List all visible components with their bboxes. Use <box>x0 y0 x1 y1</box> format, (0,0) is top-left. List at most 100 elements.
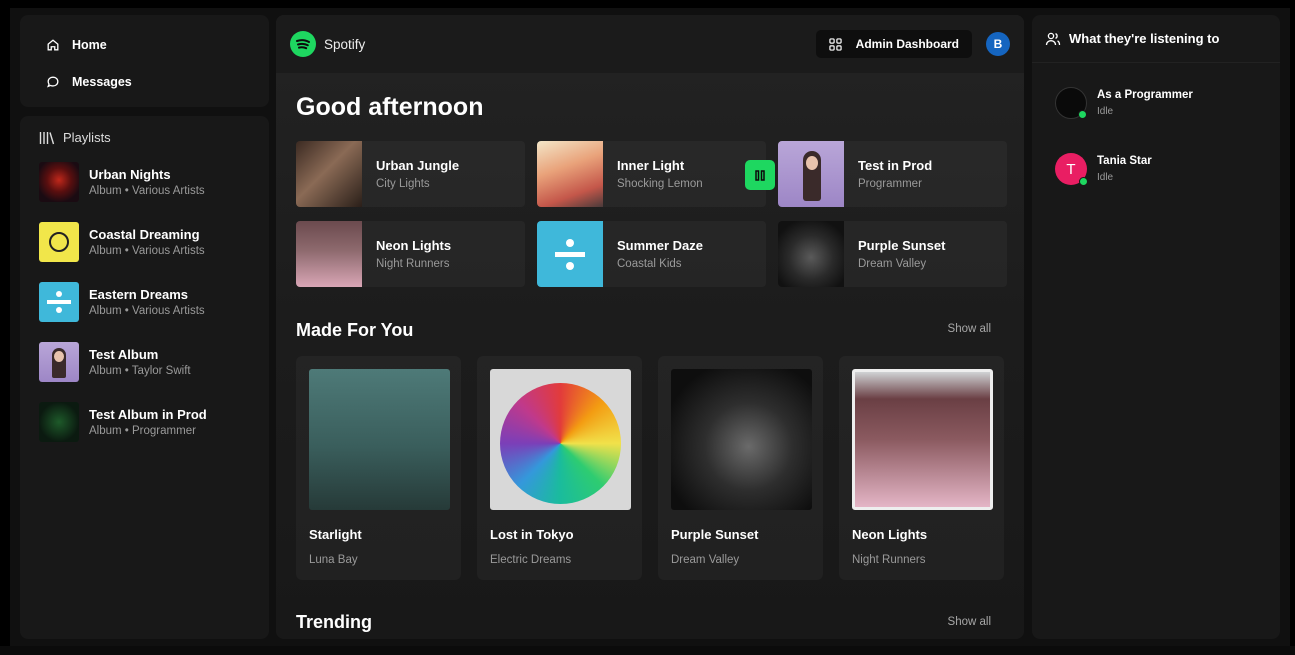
album-card-art <box>671 369 812 510</box>
friend-avatar: T <box>1055 153 1088 186</box>
quick-pick-title: Inner Light <box>617 158 685 173</box>
quick-pick-cover <box>296 141 362 207</box>
nav-messages[interactable]: Messages <box>46 72 243 92</box>
friend-name: As a Programmer <box>1097 89 1193 101</box>
quick-pick-cover <box>778 221 844 287</box>
pause-icon <box>755 169 765 181</box>
album-card-art <box>309 369 450 510</box>
playlist-title: Eastern Dreams <box>89 287 188 302</box>
quick-pick-subtitle: Coastal Kids <box>617 258 682 270</box>
quick-pick-item[interactable]: Urban Jungle City Lights <box>296 141 525 207</box>
quick-pick-subtitle: Shocking Lemon <box>617 178 703 190</box>
playlist-item[interactable]: Urban Nights Album • Various Artists <box>39 161 250 203</box>
album-card[interactable]: Neon Lights Night Runners <box>839 356 1004 580</box>
pause-button[interactable] <box>745 160 775 190</box>
album-card-subtitle: Night Runners <box>852 554 926 566</box>
online-indicator <box>1079 177 1088 186</box>
playlist-cover <box>39 342 79 382</box>
quick-pick-title: Summer Daze <box>617 238 703 253</box>
album-card[interactable]: Starlight Luna Bay <box>296 356 461 580</box>
nav-home-label: Home <box>72 38 107 52</box>
nav-panel: Home Messages <box>20 15 269 107</box>
quick-pick-subtitle: Programmer <box>858 178 922 190</box>
home-icon <box>47 39 59 51</box>
playlist-item[interactable]: Test Album Album • Taylor Swift <box>39 341 250 383</box>
album-card-art <box>490 369 631 510</box>
playlist-title: Urban Nights <box>89 167 171 182</box>
nav-home[interactable]: Home <box>46 35 243 55</box>
album-card-subtitle: Dream Valley <box>671 554 740 566</box>
friend-status: Idle <box>1097 172 1114 183</box>
playlists-panel: Playlists Urban Nights Album • Various Ar… <box>20 116 269 639</box>
quick-pick-title: Urban Jungle <box>376 158 460 173</box>
album-card-subtitle: Luna Bay <box>309 554 358 566</box>
album-card[interactable]: Lost in Tokyo Electric Dreams <box>477 356 642 580</box>
playlist-item[interactable]: Coastal Dreaming Album • Various Artists <box>39 221 250 263</box>
admin-dashboard-label: Admin Dashboard <box>855 37 959 51</box>
trending-show-all[interactable]: Show all <box>948 616 991 628</box>
bottom-strip <box>0 646 1295 655</box>
album-card-title: Starlight <box>309 527 362 542</box>
online-indicator <box>1078 110 1087 119</box>
made-for-you-show-all[interactable]: Show all <box>948 323 991 335</box>
friends-activity-panel: What they're listening to As a Programme… <box>1032 15 1280 639</box>
friend-initial: T <box>1066 160 1076 178</box>
quick-pick-subtitle: Dream Valley <box>858 258 927 270</box>
made-for-you-title: Made For You <box>296 320 414 340</box>
album-card-title: Purple Sunset <box>671 527 759 542</box>
quick-picks: Urban Jungle City Lights Inner Light Shock… <box>296 141 1007 287</box>
playlists-header: Playlists <box>39 130 250 145</box>
quick-pick-item[interactable]: Neon Lights Night Runners <box>296 221 525 287</box>
library-icon <box>39 131 55 144</box>
playlist-subtitle: Album • Various Artists <box>89 245 205 257</box>
playlist-subtitle: Album • Various Artists <box>89 185 205 197</box>
album-card[interactable]: Purple Sunset Dream Valley <box>658 356 823 580</box>
quick-pick-item[interactable]: Purple Sunset Dream Valley <box>778 221 1007 287</box>
playlist-cover <box>39 402 79 442</box>
quick-pick-cover <box>778 141 844 207</box>
playlist-title: Test Album in Prod <box>89 407 207 422</box>
quick-pick-title: Purple Sunset <box>858 238 946 253</box>
quick-pick-cover <box>537 141 603 207</box>
users-icon <box>1045 32 1061 45</box>
spotify-logo-icon[interactable] <box>290 31 316 57</box>
album-card-title: Neon Lights <box>852 527 928 542</box>
quick-pick-title: Test in Prod <box>858 158 933 173</box>
playlists-title: Playlists <box>63 130 111 145</box>
friend-name: Tania Star <box>1097 155 1152 167</box>
made-for-you-cards: Starlight Luna Bay Lost in Tokyo Electri… <box>296 356 1004 580</box>
trending-title: Trending <box>296 612 372 632</box>
quick-pick-item[interactable]: Test in Prod Programmer <box>778 141 1007 207</box>
playlist-subtitle: Album • Various Artists <box>89 305 205 317</box>
friends-header: What they're listening to <box>1032 15 1280 63</box>
message-icon <box>47 76 59 88</box>
admin-dashboard-button[interactable]: Admin Dashboard <box>815 30 972 58</box>
playlist-subtitle: Album • Programmer <box>89 425 196 437</box>
main-content: Spotify Admin Dashboard B Good afternoon… <box>276 15 1024 639</box>
quick-pick-subtitle: Night Runners <box>376 258 450 270</box>
playlist-cover <box>39 222 79 262</box>
playlist-subtitle: Album • Taylor Swift <box>89 365 191 377</box>
quick-pick-cover <box>537 221 603 287</box>
playlist-cover <box>39 282 79 322</box>
album-card-title: Lost in Tokyo <box>490 527 574 542</box>
playlist-item[interactable]: Test Album in Prod Album • Programmer <box>39 401 250 443</box>
user-avatar[interactable]: B <box>986 32 1010 56</box>
friend-avatar <box>1055 87 1087 119</box>
quick-pick-title: Neon Lights <box>376 238 452 253</box>
album-card-art <box>852 369 993 510</box>
nav-messages-label: Messages <box>72 75 132 89</box>
playlist-cover <box>39 162 79 202</box>
quick-pick-subtitle: City Lights <box>376 178 430 190</box>
brand-name: Spotify <box>324 36 366 52</box>
quick-pick-item[interactable]: Summer Daze Coastal Kids <box>537 221 766 287</box>
playlist-title: Coastal Dreaming <box>89 227 200 242</box>
friend-item[interactable]: As a Programmer Idle <box>1055 87 1193 119</box>
topbar: Spotify Admin Dashboard B <box>276 15 1024 73</box>
friend-status: Idle <box>1097 106 1114 117</box>
friend-item[interactable]: T Tania Star Idle <box>1055 153 1152 186</box>
quick-pick-item[interactable]: Inner Light Shocking Lemon <box>537 141 775 207</box>
quick-pick-cover <box>296 221 362 287</box>
friends-title: What they're listening to <box>1069 31 1220 46</box>
playlist-item[interactable]: Eastern Dreams Album • Various Artists <box>39 281 250 323</box>
